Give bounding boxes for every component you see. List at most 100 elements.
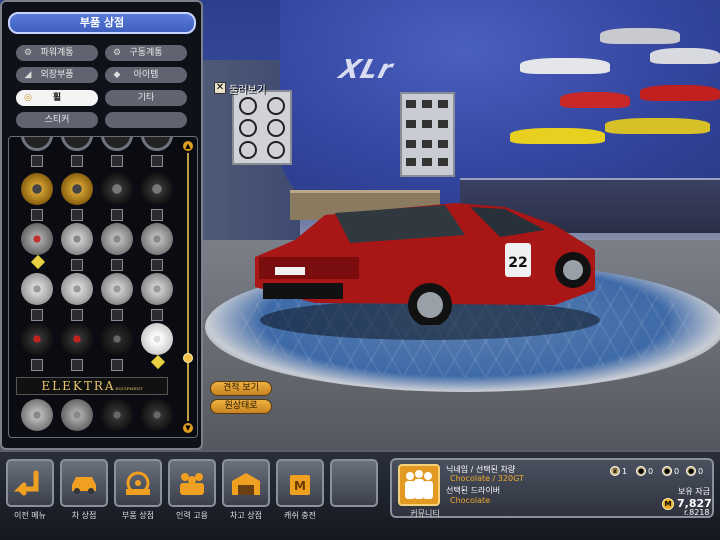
wheel-checkbox[interactable]: [111, 259, 123, 271]
wheel-checkbox[interactable]: [151, 309, 163, 321]
category-item[interactable]: ◆ 아이템: [105, 67, 187, 83]
silver-medal-icon: ●: [662, 466, 672, 476]
stat-bronze: ● 0: [686, 466, 704, 476]
scroll-down-icon[interactable]: ▼: [183, 423, 193, 433]
wheel-item[interactable]: [141, 323, 173, 355]
back-menu-button[interactable]: [6, 459, 54, 507]
hire-staff-button[interactable]: [168, 459, 216, 507]
steering-wheel-display: [232, 90, 292, 165]
wheel-item[interactable]: [21, 399, 53, 431]
gear-icon: ⚙: [112, 48, 122, 58]
empty-menu-button[interactable]: [330, 459, 378, 507]
wheel-item[interactable]: [101, 323, 133, 355]
wheel-item[interactable]: [21, 137, 53, 151]
wheel-checkbox[interactable]: [31, 359, 43, 371]
price-tag-icon: [150, 354, 166, 370]
category-sticker[interactable]: 스티커: [16, 112, 98, 128]
bumper-display-3: [650, 48, 720, 64]
wheel-list: ELEKTRAEQUIPMENT ▲ ▼: [8, 136, 198, 438]
wheel-checkbox[interactable]: [111, 309, 123, 321]
wheel-item[interactable]: [61, 399, 93, 431]
wheel-item[interactable]: [61, 137, 93, 151]
wheel-item[interactable]: [141, 399, 173, 431]
community-button[interactable]: [398, 464, 440, 506]
price-tag-icon: [30, 254, 46, 270]
wheel-item[interactable]: [141, 173, 173, 205]
bronze-medal-icon: ●: [686, 466, 696, 476]
reset-button[interactable]: 원상태로: [210, 399, 272, 414]
money-label: 보유 자금: [678, 487, 710, 496]
body-icon: ◢: [24, 70, 32, 80]
rotate-checkbox[interactable]: ✕: [214, 82, 226, 94]
nickname-value: Chocolate / 320GT: [450, 474, 524, 483]
bumper-display-7: [605, 118, 710, 134]
garage-shop-button[interactable]: [222, 459, 270, 507]
category-wheel[interactable]: ◎ 휠: [16, 90, 98, 106]
version-label: r.8218: [684, 508, 710, 517]
wheel-item[interactable]: [61, 223, 93, 255]
wheel-item[interactable]: [61, 323, 93, 355]
wheel-checkbox[interactable]: [111, 209, 123, 221]
wheel-checkbox[interactable]: [71, 155, 83, 167]
wheel-checkbox[interactable]: [151, 155, 163, 167]
wheel-item[interactable]: [101, 173, 133, 205]
wheel-item[interactable]: [101, 273, 133, 305]
cash-charge-icon: M: [290, 475, 310, 495]
scroll-thumb[interactable]: [183, 353, 193, 363]
wheel-checkbox[interactable]: [71, 359, 83, 371]
item-icon: ◆: [113, 70, 121, 80]
wheel-checkbox[interactable]: [151, 209, 163, 221]
car-shop-button[interactable]: [60, 459, 108, 507]
wheel-item[interactable]: [101, 399, 133, 431]
garage-shop-icon: [232, 473, 260, 495]
car-shop-icon: [72, 477, 96, 494]
wheel-item[interactable]: [141, 273, 173, 305]
parts-shop-button[interactable]: [114, 459, 162, 507]
category-etc[interactable]: 기타: [105, 90, 187, 106]
cash-charge-button[interactable]: M: [276, 459, 324, 507]
player-car: 22: [255, 195, 600, 327]
trophy-icon: ♛: [610, 466, 620, 476]
wheel-icon: ◎: [24, 93, 32, 103]
wheel-item[interactable]: [21, 173, 53, 205]
wheel-item[interactable]: [21, 273, 53, 305]
wheel-item[interactable]: [21, 323, 53, 355]
wheel-checkbox[interactable]: [71, 209, 83, 221]
wheel-checkbox[interactable]: [111, 155, 123, 167]
wheel-item[interactable]: [101, 137, 133, 151]
wheel-checkbox[interactable]: [151, 259, 163, 271]
wheel-checkbox[interactable]: [71, 259, 83, 271]
wheel-item[interactable]: [101, 223, 133, 255]
category-drivetrain[interactable]: ⚙ 구동계통: [105, 45, 187, 61]
scroll-up-icon[interactable]: ▲: [183, 141, 193, 151]
rotate-view-toggle[interactable]: ✕ 둘러보기: [214, 81, 266, 96]
menu-label: 차 상점: [71, 511, 97, 520]
wheel-list-scrollbar[interactable]: ▲ ▼: [183, 141, 193, 433]
bumper-display-2: [520, 58, 610, 74]
wheel-item[interactable]: [141, 223, 173, 255]
category-power[interactable]: ⚙ 파워계통: [16, 45, 98, 61]
back-arrow-icon: [14, 470, 39, 496]
wheel-item[interactable]: [21, 223, 53, 255]
wheel-checkbox[interactable]: [111, 359, 123, 371]
gold-medal-icon: ●: [636, 466, 646, 476]
wheel-checkbox[interactable]: [71, 309, 83, 321]
category-empty[interactable]: [105, 112, 187, 128]
community-label: 커뮤니티: [410, 509, 440, 518]
brand-banner-elektra: ELEKTRAEQUIPMENT: [16, 377, 168, 395]
stat-trophy: ♛ 1: [610, 466, 628, 476]
parts-shop-panel: 부품 상점 ⚙ 파워계통 ⚙ 구동계통 ◢ 외장부품 ◆ 아이템 ◎ 휠 기타 스티커: [0, 0, 203, 450]
stat-silver: ● 0: [662, 466, 680, 476]
menu-label: 부품 상점: [122, 511, 154, 520]
wheel-item[interactable]: [141, 137, 173, 151]
wheel-item[interactable]: [61, 273, 93, 305]
bumper-display-6: [510, 128, 605, 144]
wheel-item[interactable]: [61, 173, 93, 205]
category-exterior[interactable]: ◢ 외장부품: [16, 67, 98, 83]
wheel-checkbox[interactable]: [31, 155, 43, 167]
scroll-track[interactable]: [187, 153, 189, 421]
estimate-button[interactable]: 견적 보기: [210, 381, 272, 396]
wheel-checkbox[interactable]: [31, 309, 43, 321]
wheel-checkbox[interactable]: [31, 209, 43, 221]
showroom-logo: XLr: [335, 55, 397, 85]
